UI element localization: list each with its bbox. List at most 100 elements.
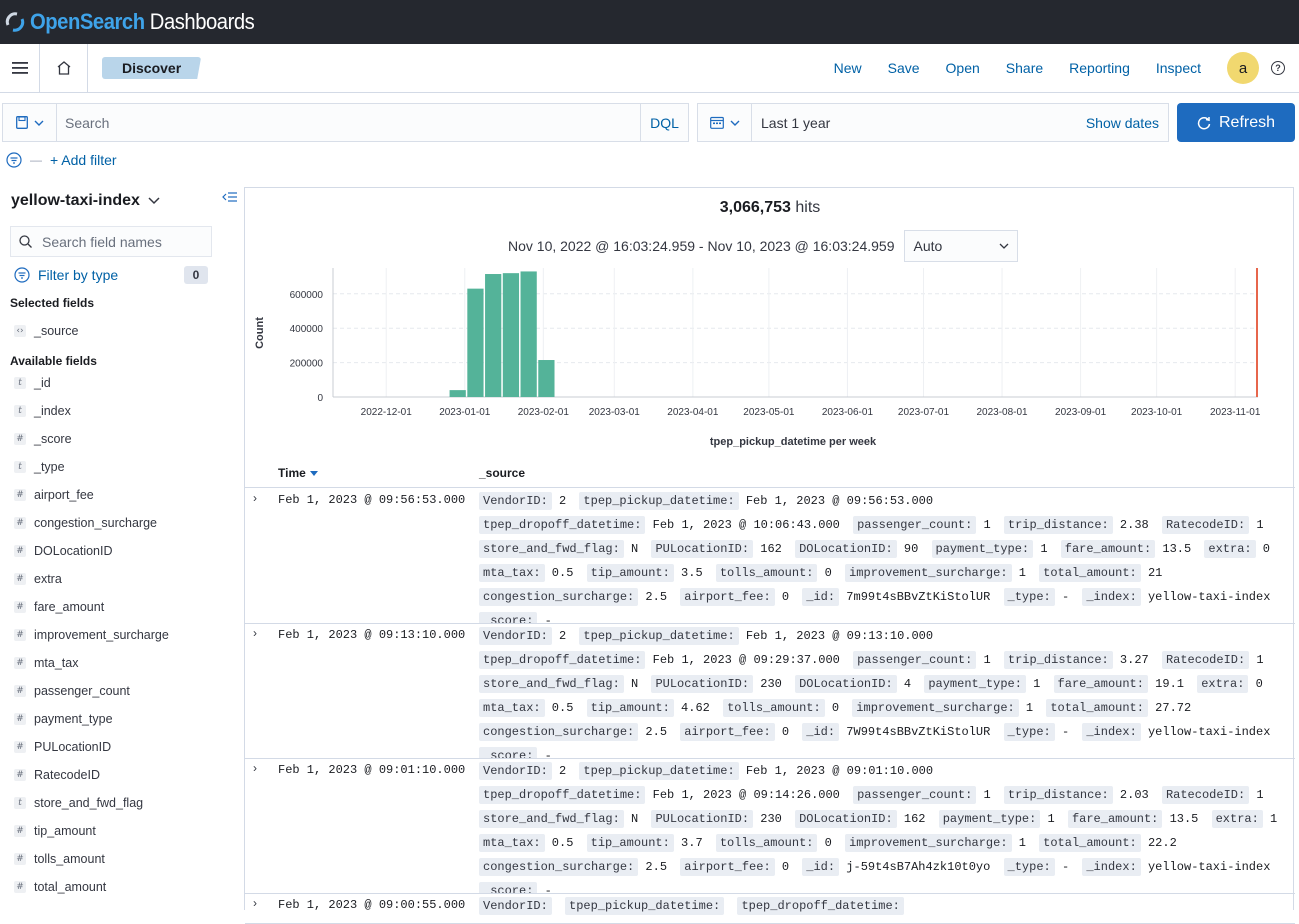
source-field: DOLocationID: 90 (795, 540, 918, 558)
open-link[interactable]: Open (946, 60, 980, 76)
source-field-value: 13.5 (1162, 812, 1199, 826)
expand-row-icon[interactable]: › (253, 626, 257, 640)
index-pattern-selector[interactable]: yellow-taxi-index (11, 192, 160, 210)
show-dates-link[interactable]: Show dates (1086, 115, 1159, 131)
source-field-key: RatecodeID: (1161, 786, 1250, 804)
nav-actions: New Save Open Share Reporting Inspect a … (834, 52, 1299, 84)
source-field-value: - (537, 749, 552, 759)
source-field: tip_amount: 3.7 (586, 834, 703, 852)
help-icon[interactable]: ? (1271, 61, 1285, 75)
share-link[interactable]: Share (1006, 60, 1043, 76)
field-item-dolocationid[interactable]: # DOLocationID (14, 537, 169, 565)
available-field-list: t _id t _index # _score t _type # airport_fee # con… (14, 369, 169, 901)
navbar: Discover New Save Open Share Reporting I… (0, 43, 1299, 93)
x-tick-label: 2023-06-01 (822, 407, 874, 418)
field-item-tip-amount[interactable]: # tip_amount (14, 817, 169, 845)
add-filter-button[interactable]: + Add filter (50, 152, 117, 168)
quick-date-menu-button[interactable] (698, 104, 752, 141)
source-field-key: tolls_amount: (715, 564, 818, 582)
field-item-improvement-surcharge[interactable]: # improvement_surcharge (14, 621, 169, 649)
source-field-key: tolls_amount: (723, 699, 825, 717)
expand-row-icon[interactable]: › (253, 491, 257, 505)
source-field: _type: - (1003, 723, 1069, 741)
source-field-key: _score: (479, 612, 538, 623)
source-field: DOLocationID: 162 (795, 810, 926, 828)
source-field-key: tpep_pickup_datetime: (579, 492, 739, 510)
field-item-passenger-count[interactable]: # passenger_count (14, 677, 169, 705)
breadcrumb-discover[interactable]: Discover (102, 57, 202, 79)
number-type-icon: # (14, 489, 26, 501)
new-link[interactable]: New (834, 60, 862, 76)
source-field-key: total_amount: (1046, 699, 1148, 717)
field-item-fare-amount[interactable]: # fare_amount (14, 593, 169, 621)
field-item-airport-fee[interactable]: # airport_fee (14, 481, 169, 509)
source-field-value: 0 (817, 566, 832, 580)
home-button[interactable] (40, 43, 88, 93)
query-bar: Search DQL (2, 103, 689, 142)
source-field: store_and_fwd_flag: N (479, 540, 639, 558)
source-field: payment_type: 1 (938, 810, 1055, 828)
brand-title[interactable]: OpenSearch Dashboards (30, 9, 255, 35)
source-field: tolls_amount: 0 (715, 834, 832, 852)
source-field: VendorID: 2 (479, 627, 566, 645)
field-name: congestion_surcharge (34, 516, 157, 530)
y-tick-label: 400000 (290, 324, 324, 335)
source-field: extra: 1 (1211, 810, 1277, 828)
source-field: tpep_pickup_datetime: Feb 1, 2023 @ 09:1… (579, 627, 933, 645)
menu-button[interactable] (0, 43, 40, 93)
source-field-key: _id: (802, 858, 840, 876)
interval-value: Auto (913, 238, 943, 254)
source-field-key: extra: (1211, 810, 1263, 828)
field-item--source[interactable]: ‹› _source (14, 317, 78, 345)
field-item-tolls-amount[interactable]: # tolls_amount (14, 845, 169, 873)
field-item--id[interactable]: t _id (14, 369, 169, 397)
source-field: tip_amount: 4.62 (586, 699, 710, 717)
source-field-value: 2 (551, 764, 567, 778)
source-field-key: _index: (1082, 723, 1141, 741)
field-name: tip_amount (34, 824, 96, 838)
field-item-pulocationid[interactable]: # PULocationID (14, 733, 169, 761)
time-range-label: Nov 10, 2022 @ 16:03:24.959 - Nov 10, 20… (508, 238, 895, 254)
field-item-extra[interactable]: # extra (14, 565, 169, 593)
source-field: passenger_count: 1 (853, 786, 991, 804)
source-field: tpep_pickup_datetime: (565, 897, 731, 915)
saved-queries-button[interactable] (3, 104, 57, 141)
source-field: mta_tax: 0.5 (479, 834, 573, 852)
field-item-total-amount[interactable]: # total_amount (14, 873, 169, 901)
source-field-value: 1 (976, 653, 991, 667)
field-item-congestion-surcharge[interactable]: # congestion_surcharge (14, 509, 169, 537)
interval-select[interactable]: Auto (904, 230, 1019, 262)
save-link[interactable]: Save (888, 60, 920, 76)
field-item-payment-type[interactable]: # payment_type (14, 705, 169, 733)
source-field-value: 3.27 (1112, 653, 1149, 667)
field-item-ratecodeid[interactable]: # RatecodeID (14, 761, 169, 789)
collapse-sidebar-icon[interactable] (222, 190, 238, 204)
source-field-key: tpep_pickup_datetime: (579, 762, 739, 780)
source-field: total_amount: 22.2 (1039, 834, 1177, 852)
filter-options-icon[interactable] (6, 152, 22, 168)
expand-row-icon[interactable]: › (253, 761, 257, 775)
field-item--index[interactable]: t _index (14, 397, 169, 425)
query-language-button[interactable]: DQL (640, 104, 688, 141)
field-item--score[interactable]: # _score (14, 425, 169, 453)
search-input[interactable]: Search (57, 115, 640, 131)
date-range-text[interactable]: Last 1 year (752, 115, 1086, 131)
source-field-key: tolls_amount: (715, 834, 818, 852)
inspect-link[interactable]: Inspect (1156, 60, 1201, 76)
reporting-link[interactable]: Reporting (1069, 60, 1130, 76)
refresh-button[interactable]: Refresh (1177, 103, 1295, 142)
field-item-mta-tax[interactable]: # mta_tax (14, 649, 169, 677)
user-avatar[interactable]: a (1227, 52, 1259, 84)
expand-row-icon[interactable]: › (253, 896, 257, 910)
filter-by-type-button[interactable]: Filter by type 0 (14, 266, 208, 284)
row-timestamp: Feb 1, 2023 @ 09:56:53.000 (278, 493, 466, 507)
source-field-key: total_amount: (1039, 564, 1141, 582)
field-search-input[interactable]: Search field names (10, 226, 212, 257)
field-item--type[interactable]: t _type (14, 453, 169, 481)
source-field-key: airport_fee: (680, 588, 775, 606)
source-field-value: N (623, 542, 639, 556)
time-column-header[interactable]: Time (278, 466, 318, 480)
opensearch-logo-icon[interactable] (5, 12, 25, 32)
source-field: PULocationID: 230 (651, 810, 782, 828)
field-item-store-and-fwd-flag[interactable]: t store_and_fwd_flag (14, 789, 169, 817)
